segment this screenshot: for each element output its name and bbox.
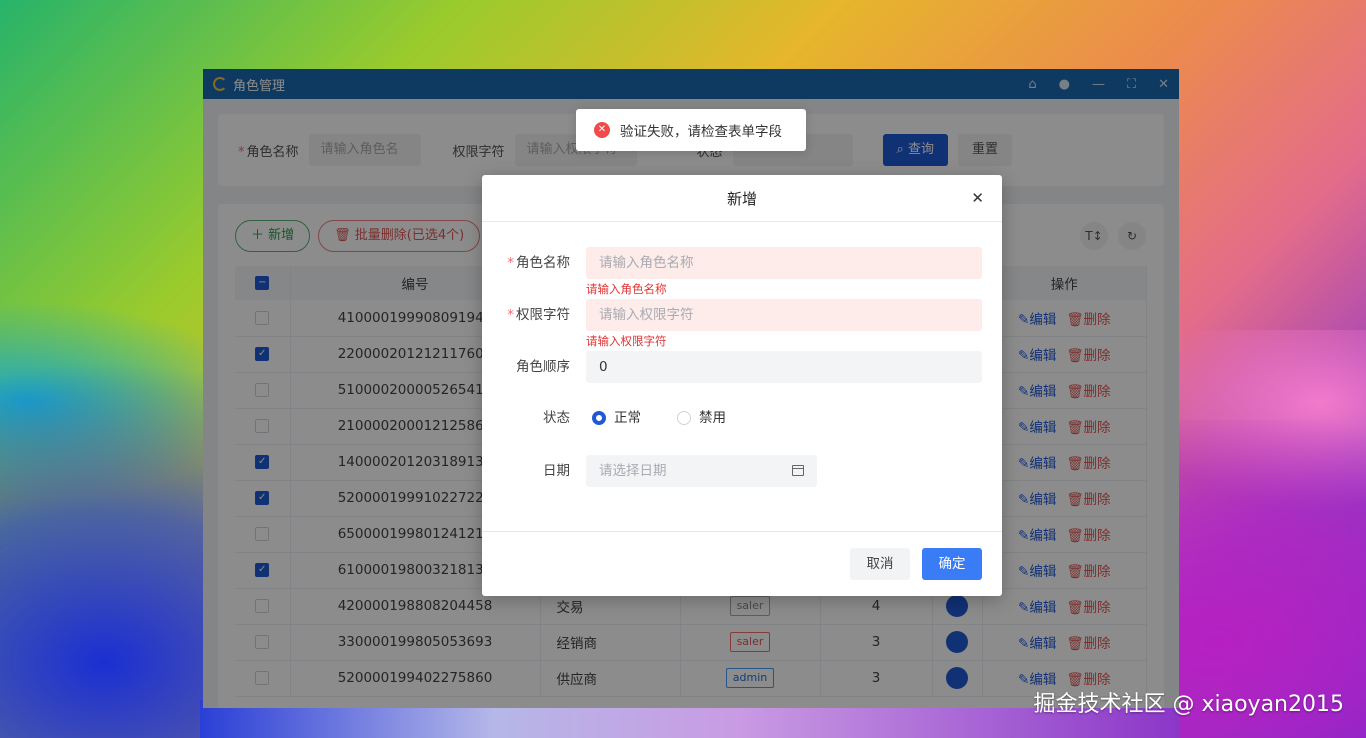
watermark: 掘金技术社区 @ xiaoyan2015 bbox=[1033, 692, 1345, 717]
form-row-perm: * 权限字符 请输入权限字符 请输入权限字符 bbox=[482, 299, 1002, 348]
perm-input[interactable]: 请输入权限字符 bbox=[586, 299, 982, 331]
role-name-label: * 角色名称 bbox=[507, 255, 570, 271]
error-toast: ✕ 验证失败，请检查表单字段 bbox=[576, 109, 806, 151]
dialog-footer: 取消 确定 bbox=[482, 531, 1002, 596]
ok-button[interactable]: 确定 bbox=[922, 548, 982, 580]
order-label: 角色顺序 bbox=[516, 359, 570, 375]
form-row-status: 状态 正常 禁用 bbox=[482, 402, 1002, 434]
perm-error: 请输入权限字符 bbox=[586, 334, 667, 348]
form-row-role-name: * 角色名称 请输入角色名称 请输入角色名称 bbox=[482, 247, 1002, 296]
date-label: 日期 bbox=[543, 463, 570, 479]
status-normal-radio[interactable] bbox=[592, 411, 606, 425]
perm-label: * 权限字符 bbox=[507, 307, 570, 323]
status-label: 状态 bbox=[543, 410, 570, 426]
toast-message: 验证失败，请检查表单字段 bbox=[620, 124, 782, 140]
form-row-date: 日期 请选择日期 bbox=[482, 455, 1002, 487]
status-normal-label[interactable]: 正常 bbox=[614, 402, 641, 434]
date-placeholder: 请选择日期 bbox=[599, 463, 667, 479]
add-dialog: 新增 ✕ * 角色名称 请输入角色名称 请输入角色名称 * 权限字符 请输入权限字符… bbox=[482, 175, 1002, 596]
dialog-close-icon[interactable]: ✕ bbox=[971, 189, 984, 207]
role-name-input[interactable]: 请输入角色名称 bbox=[586, 247, 982, 279]
status-disabled-label[interactable]: 禁用 bbox=[699, 402, 726, 434]
error-icon: ✕ bbox=[594, 122, 610, 138]
dialog-header: 新增 ✕ bbox=[482, 175, 1002, 222]
dialog-title: 新增 bbox=[726, 189, 757, 208]
order-input[interactable]: 0 bbox=[586, 351, 982, 383]
status-disabled-radio[interactable] bbox=[677, 411, 691, 425]
date-picker[interactable]: 请选择日期 bbox=[586, 455, 817, 487]
calendar-icon bbox=[792, 465, 804, 476]
role-name-error: 请输入角色名称 bbox=[586, 282, 667, 296]
form-row-order: 角色顺序 0 bbox=[482, 351, 1002, 383]
cancel-button[interactable]: 取消 bbox=[850, 548, 910, 580]
